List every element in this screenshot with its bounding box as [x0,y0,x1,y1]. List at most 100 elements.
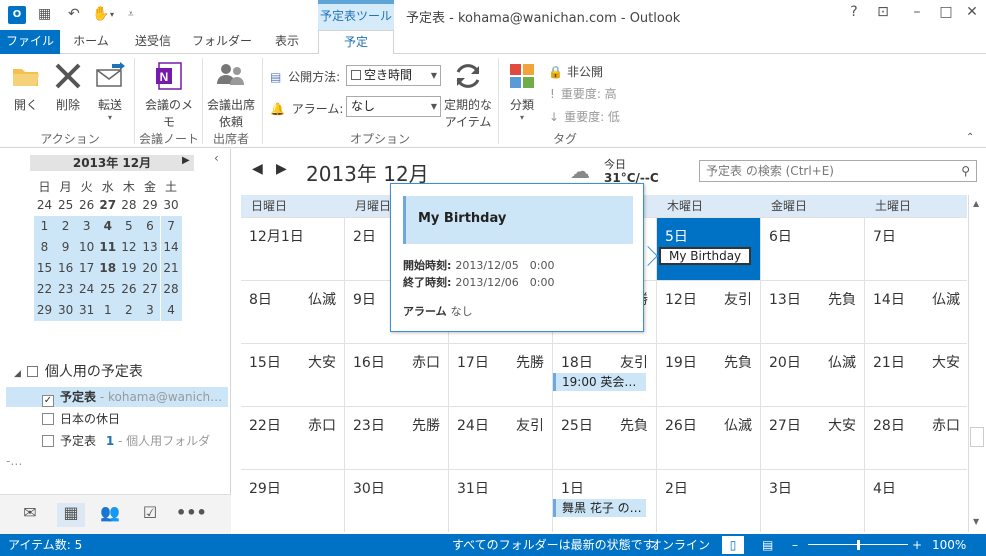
day-cell[interactable]: 1日 舞黒 花子 の… [553,470,657,532]
mini-calendar-day[interactable]: 19 [118,258,140,279]
day-cell[interactable]: 18日 友引 19:00 英会… [553,344,657,406]
mini-calendar-day[interactable]: 26 [118,279,140,300]
forward-button[interactable]: 転送 ▾ [92,60,128,122]
zoom-level[interactable]: 100% [932,534,966,556]
categorize-button[interactable]: 分類 ▾ [504,60,540,122]
mini-calendar-day[interactable]: 10 [76,237,98,258]
mini-calendar-day[interactable]: 3 [76,216,98,237]
search-icon[interactable]: ⚲ [961,161,970,181]
mini-calendar-day[interactable]: 25 [97,279,119,300]
delete-button[interactable]: 削除 [50,60,86,113]
collapse-pane-icon[interactable]: ‹ [214,151,219,165]
day-cell[interactable]: 8日 仏滅 [241,281,345,343]
mini-calendar-day[interactable]: 3 [139,300,161,321]
next-month-icon[interactable]: ▶ [276,161,287,177]
day-cell[interactable]: 12日 友引 [657,281,761,343]
zoom-slider-thumb[interactable] [857,540,860,550]
mini-calendar-day[interactable]: 21 [160,258,182,279]
ribbon-display-options-icon[interactable]: ⊡ [871,4,895,20]
invite-attendees-button[interactable]: 会議出席 依頼 [204,60,258,130]
mini-calendar-day[interactable]: 24 [34,195,55,216]
tab-file[interactable]: ファイル [0,30,60,54]
day-cell[interactable]: 5日 My Birthday [657,218,761,280]
day-cell[interactable]: 24日 友引 [449,407,553,469]
collapse-ribbon-icon[interactable]: ⌃ [966,132,974,143]
mini-calendar-day[interactable]: 1 [34,216,55,237]
mini-calendar-day[interactable]: 18 [97,258,119,279]
mini-calendar-next-icon[interactable]: ▶ [182,155,190,166]
event-peek-popup[interactable]: My Birthday 開始時刻: 2013/12/05 0:00 終了時刻: 20… [390,183,644,332]
tab-send-receive[interactable]: 送受信 [124,30,182,54]
day-cell[interactable]: 7日 [865,218,969,280]
customize-toolbar-icon[interactable]: ⩡ [128,9,134,20]
day-cell[interactable]: 16日 赤口 [345,344,449,406]
people-icon[interactable]: 👥 [96,503,124,527]
scrollbar-thumb[interactable] [970,427,984,447]
mini-calendar-day[interactable]: 1 [97,300,119,321]
day-cell[interactable]: 20日 仏滅 [761,344,865,406]
event-maikuro-hanako[interactable]: 舞黒 花子 の… [553,499,646,517]
folder-item-holidays[interactable]: 日本の休日 [6,409,228,429]
mini-calendar-day[interactable]: 30 [161,195,182,216]
zoom-in-icon[interactable]: + [912,534,922,556]
mini-calendar-day[interactable]: 27 [139,279,161,300]
chevron-down-icon[interactable]: ▾ [110,10,114,19]
day-cell[interactable]: 27日 大安 [761,407,865,469]
day-cell[interactable]: 15日 大安 [241,344,345,406]
minimize-icon[interactable]: – [905,4,929,20]
calendar-search-input[interactable]: 予定表 の検索 (Ctrl+E) ⚲ [699,160,977,182]
folder-checkbox-checked[interactable]: ✓ [42,395,54,407]
day-cell[interactable]: 28日 赤口 [865,407,969,469]
undo-icon[interactable]: ↶ [68,6,80,22]
day-cell[interactable]: 4日 [865,470,969,532]
event-my-birthday[interactable]: My Birthday [659,247,751,265]
vertical-scrollbar[interactable]: ▲ ▼ [968,195,985,532]
mini-calendar-day[interactable]: 24 [76,279,98,300]
mini-calendar-day[interactable]: 30 [55,300,77,321]
mini-calendar-day[interactable]: 14 [160,237,182,258]
low-importance-button[interactable]: ↓ 重要度: 低 [549,108,620,125]
day-cell[interactable]: 6日 [761,218,865,280]
outlook-app-icon[interactable]: O [8,6,26,24]
mini-calendar-day[interactable]: 9 [55,237,77,258]
folder-checkbox[interactable] [42,413,54,425]
group-checkbox[interactable] [27,366,39,377]
scroll-down-icon[interactable]: ▼ [973,517,979,526]
mail-icon[interactable]: ✉ [16,503,44,527]
day-cell[interactable]: 13日 先負 [761,281,865,343]
mini-calendar-day[interactable]: 2 [55,216,77,237]
day-cell[interactable]: 25日 先負 [553,407,657,469]
tasks-icon[interactable]: ☑ [136,503,164,527]
mini-calendar-day[interactable]: 26 [76,195,97,216]
normal-view-icon[interactable]: ▯ [722,536,744,554]
recurrence-button[interactable]: 定期的な アイテム [442,60,494,130]
day-cell[interactable]: 3日 [761,470,865,532]
mini-calendar-day[interactable]: 22 [34,279,55,300]
day-cell[interactable]: 29日 [241,470,345,532]
folder-checkbox[interactable] [42,435,54,447]
mini-calendar-day[interactable]: 28 [118,195,139,216]
mini-calendar-day[interactable]: 4 [97,216,119,237]
mini-calendar-day[interactable]: 15 [34,258,55,279]
day-cell[interactable]: 30日 [345,470,449,532]
alarm-dropdown[interactable]: なし ▼ [346,96,441,117]
day-cell[interactable]: 17日 先勝 [449,344,553,406]
day-cell[interactable]: 31日 [449,470,553,532]
day-cell[interactable]: 26日 仏滅 [657,407,761,469]
day-cell[interactable]: 23日 先勝 [345,407,449,469]
show-as-dropdown[interactable]: 空き時間 ▼ [346,65,441,86]
day-cell[interactable]: 14日 仏滅 [865,281,969,343]
prev-month-icon[interactable]: ◀ [252,161,263,177]
tab-view[interactable]: 表示 [262,30,312,54]
close-icon[interactable]: ✕ [960,4,984,20]
mini-calendar-day[interactable]: 23 [55,279,77,300]
mini-calendar-day[interactable]: 25 [55,195,76,216]
mini-calendar-day[interactable]: 5 [118,216,140,237]
touch-mode-icon[interactable]: ✋ [92,6,109,22]
mini-calendar-day[interactable]: 2 [118,300,140,321]
mini-calendar-day[interactable]: 17 [76,258,98,279]
mini-calendar-day[interactable]: 29 [139,195,160,216]
tab-appointment[interactable]: 予定 [318,30,394,55]
high-importance-button[interactable]: ! 重要度: 高 [550,85,617,102]
calendar-group-header[interactable]: ◢ 個人用の予定表 [14,361,143,381]
